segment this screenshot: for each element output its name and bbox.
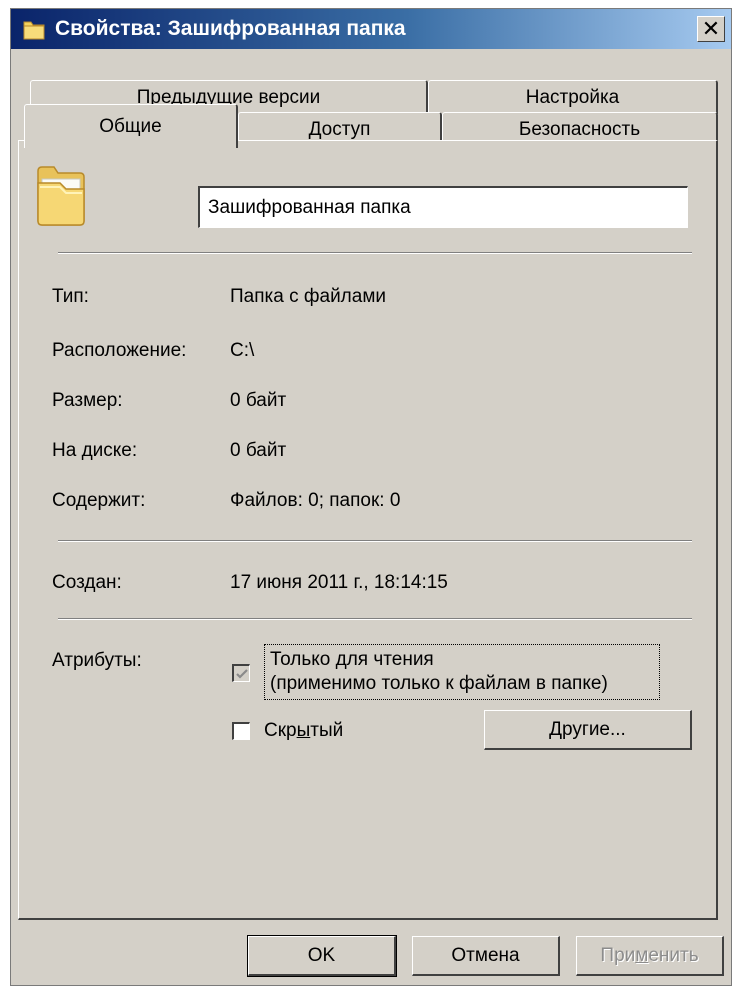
location-value: C:\	[230, 340, 255, 361]
separator	[58, 618, 692, 620]
hidden-label-accel: ы	[296, 720, 311, 741]
readonly-checkbox[interactable]	[232, 664, 250, 682]
type-label: Тип:	[52, 286, 89, 307]
checkmark-icon	[236, 669, 248, 679]
tab-label: Доступ	[308, 118, 371, 140]
close-icon: ✕	[701, 16, 721, 41]
contains-value: Файлов: 0; папок: 0	[230, 490, 401, 511]
tab-label: Безопасность	[518, 118, 641, 140]
folder-icon	[23, 21, 45, 40]
close-button[interactable]: ✕	[697, 16, 725, 42]
readonly-label-line1: Только для чтения	[270, 649, 434, 670]
tab-label: Общие	[99, 115, 162, 137]
window-title: Свойства: Зашифрованная папка	[55, 17, 406, 40]
other-button-label: ругие...	[562, 718, 626, 740]
ondisk-value: 0 байт	[230, 440, 287, 461]
other-button-accel: Д	[549, 718, 563, 740]
hidden-label-part: тый	[310, 720, 344, 741]
tab-general[interactable]: Общие	[24, 104, 238, 148]
contains-label: Содержит:	[52, 490, 146, 511]
folder-icon	[37, 166, 85, 226]
created-label: Создан:	[52, 572, 122, 593]
attributes-label: Атрибуты:	[52, 650, 142, 671]
ondisk-label: На диске:	[52, 440, 138, 461]
apply-label-accel: м	[635, 944, 649, 966]
ok-button[interactable]: OK	[247, 935, 397, 977]
title-bar[interactable]: Свойства: Зашифрованная папка ✕	[11, 9, 731, 49]
cancel-label: Отмена	[451, 944, 520, 966]
apply-label-part: При	[600, 944, 636, 966]
hidden-label[interactable]: Скрытый	[264, 720, 343, 742]
separator	[58, 540, 692, 542]
created-value: 17 июня 2011 г., 18:14:15	[230, 572, 448, 593]
tab-label: Настройка	[525, 86, 620, 108]
cancel-button[interactable]: Отмена	[412, 936, 560, 976]
hidden-checkbox[interactable]	[232, 722, 250, 740]
ok-label: OK	[307, 944, 336, 966]
readonly-label[interactable]: Только для чтения (применимо только к фа…	[270, 648, 608, 696]
apply-button[interactable]: При м енить	[576, 936, 724, 976]
separator	[58, 252, 692, 254]
type-value: Папка с файлами	[230, 286, 387, 307]
readonly-label-line2: (применимо только к файлам в папке)	[270, 673, 608, 694]
folder-name-input[interactable]	[198, 186, 688, 228]
hidden-label-part: Скр	[264, 720, 297, 741]
location-label: Расположение:	[52, 340, 187, 361]
apply-label-part: енить	[648, 944, 699, 966]
tab-panel-general	[18, 140, 718, 920]
other-attributes-button[interactable]: Другие...	[484, 710, 692, 750]
tab-settings[interactable]: Настройка	[428, 80, 718, 114]
size-value: 0 байт	[230, 390, 287, 411]
size-label: Размер:	[52, 390, 123, 411]
